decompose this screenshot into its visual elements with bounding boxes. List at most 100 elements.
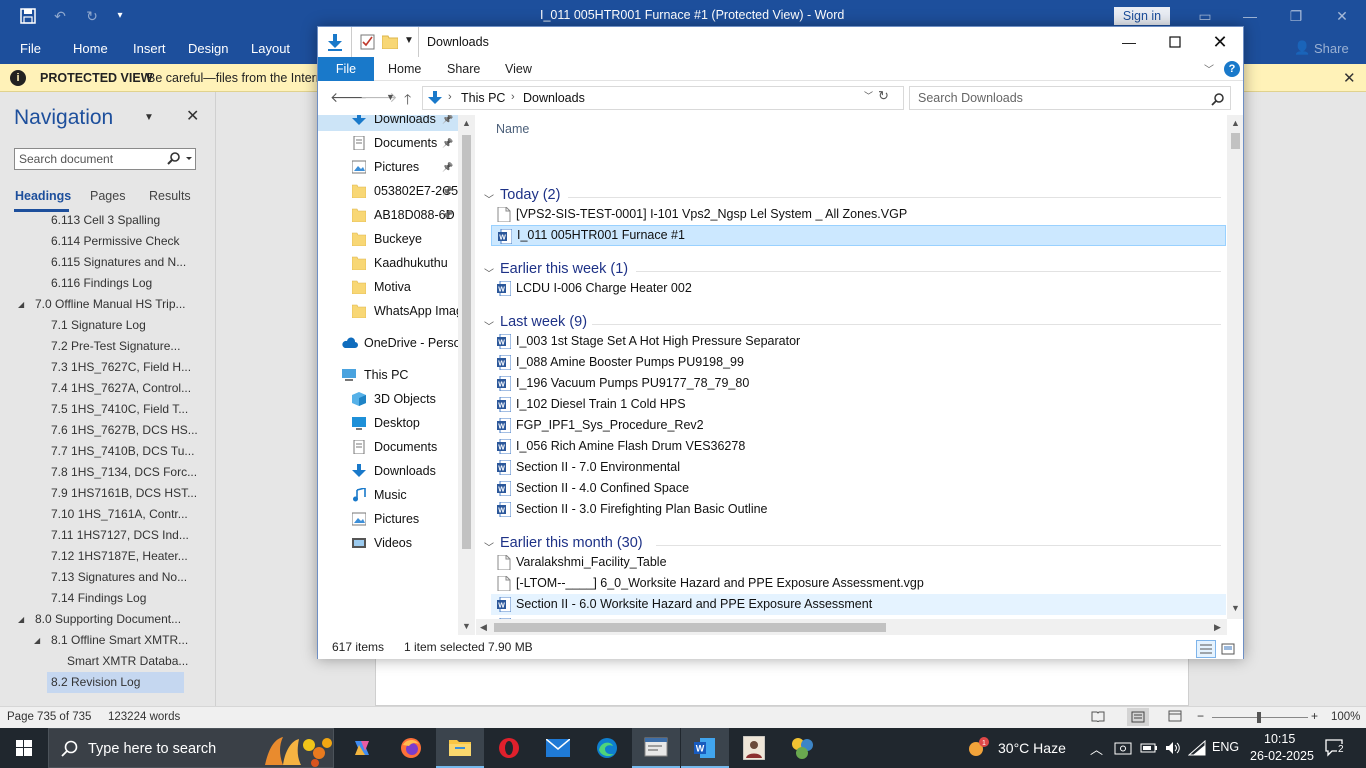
heading-item[interactable]: 7.6 1HS_7627B, DCS HS... — [51, 420, 198, 441]
group-header[interactable]: Today (2) — [500, 187, 560, 203]
file-row[interactable]: W I_003 1st Stage Set A Hot High Pressure… — [491, 331, 1226, 352]
group-header[interactable]: Last week (9) — [500, 314, 587, 330]
nav-pane-item[interactable]: Downloads 📌 — [318, 115, 458, 131]
breadcrumb-downloads[interactable]: Downloads — [523, 91, 585, 105]
scrollbar-thumb[interactable] — [1231, 133, 1240, 149]
group-header[interactable]: Earlier this month (30) — [500, 535, 643, 551]
heading-item[interactable]: 8.1 Offline Smart XMTR... — [51, 630, 188, 651]
web-layout-icon[interactable] — [1168, 710, 1182, 722]
weather-icon[interactable]: 1 — [966, 737, 990, 759]
expand-collapse-icon[interactable]: ◢ — [34, 636, 40, 645]
downloads-arrow-icon[interactable] — [326, 33, 344, 51]
nav-pane-item[interactable]: 3D Objects — [318, 387, 458, 411]
large-icons-view-icon[interactable] — [1220, 642, 1236, 656]
expand-collapse-icon[interactable]: ◢ — [18, 615, 24, 624]
heading-item[interactable]: 6.113 Cell 3 Spalling — [51, 210, 160, 231]
file-row[interactable]: [VPS2-SIS-TEST-0001] I-101 Vps2_Ngsp Lel… — [491, 204, 1226, 225]
language-indicator[interactable]: ENG — [1212, 740, 1239, 754]
nav-pane-item[interactable]: This PC — [318, 363, 458, 387]
scroll-left-icon[interactable]: ◀ — [480, 622, 487, 633]
heading-item[interactable]: 6.115 Signatures and N... — [51, 252, 186, 273]
taskbar-photo-app[interactable] — [730, 728, 778, 768]
nav-pane-item[interactable]: Downloads — [318, 459, 458, 483]
file-row[interactable]: W I_102 Diesel Train 1 Cold HPS — [491, 394, 1226, 415]
pin-icon[interactable]: 📌 — [442, 179, 453, 203]
ribbon-display-icon[interactable]: ▭ — [1195, 6, 1215, 26]
file-row[interactable]: W Section II - 7.0 Environmental — [491, 457, 1226, 478]
explorer-tab-view[interactable]: View — [505, 62, 532, 76]
taskbar-word[interactable]: W — [681, 728, 729, 768]
nav-pane-item[interactable]: Documents 📌 — [318, 131, 458, 155]
scroll-right-icon[interactable]: ▶ — [1214, 622, 1221, 633]
expand-collapse-icon[interactable]: ◢ — [18, 300, 24, 309]
close-icon[interactable]: ✕ — [1197, 27, 1243, 57]
weather-text[interactable]: 30°C Haze — [998, 740, 1066, 756]
network-icon[interactable] — [1188, 740, 1206, 756]
expand-ribbon-icon[interactable]: ﹀ — [1204, 61, 1214, 76]
heading-item[interactable]: 7.14 Findings Log — [51, 588, 146, 609]
print-layout-icon[interactable] — [1127, 708, 1149, 726]
redo-icon[interactable]: ↻ — [82, 6, 102, 26]
nav-pane-scrollbar[interactable]: ▲ ▼ — [458, 115, 475, 635]
heading-item[interactable]: 7.11 1HS7127, DCS Ind... — [51, 525, 189, 546]
chevron-up-icon[interactable]: ︿ — [1090, 739, 1103, 758]
nav-pane-item[interactable]: 053802E7-2C5 📌 — [318, 179, 458, 203]
customize-qat-icon[interactable]: ▼ — [404, 35, 414, 46]
taskbar-file-explorer[interactable] — [436, 728, 484, 768]
clock-time[interactable]: 10:15 — [1264, 732, 1295, 746]
search-icon[interactable] — [1211, 92, 1225, 106]
search-icon[interactable] — [167, 152, 193, 166]
nav-pane-item[interactable]: Documents — [318, 435, 458, 459]
nav-pane-item[interactable]: OneDrive - Persor — [318, 331, 465, 355]
scroll-up-icon[interactable]: ▲ — [462, 118, 471, 128]
file-row[interactable]: [-LTOM--____] 6_0_Worksite Hazard and PP… — [491, 573, 1226, 594]
help-icon[interactable]: ? — [1224, 61, 1240, 77]
battery-icon[interactable] — [1140, 741, 1158, 755]
word-tab-layout[interactable]: Layout — [251, 41, 290, 56]
clock-date[interactable]: 26-02-2025 — [1250, 749, 1314, 763]
taskbar-search-box[interactable]: Type here to search — [48, 728, 334, 768]
read-mode-icon[interactable] — [1091, 710, 1105, 722]
file-row[interactable]: W FGP_IPF1_Sys_Procedure_Rev2 — [491, 415, 1226, 436]
file-row[interactable]: W Section II - 6.0 Worksite Hazard and PP… — [491, 594, 1226, 615]
tab-pages[interactable]: Pages — [90, 189, 125, 203]
tab-results[interactable]: Results — [149, 189, 191, 203]
close-protected-bar-icon[interactable]: ✕ — [1343, 69, 1356, 87]
search-downloads-input[interactable]: Search Downloads — [909, 86, 1231, 110]
heading-item[interactable]: 8.0 Supporting Document... — [35, 609, 181, 630]
word-share-button[interactable]: 👤 Share — [1294, 40, 1349, 56]
zoom-level[interactable]: 100% — [1331, 711, 1360, 723]
address-bar[interactable]: › This PC › Downloads — [422, 86, 904, 110]
file-list-scrollbar[interactable]: ▲ ▼ — [1227, 115, 1243, 619]
pin-icon[interactable]: 📌 — [442, 155, 453, 179]
taskbar-mail[interactable] — [534, 728, 582, 768]
file-row[interactable]: W LCDU I-006 Charge Heater 002 — [491, 278, 1226, 299]
chevron-down-icon[interactable]: ▼ — [144, 112, 154, 123]
nav-pane-item[interactable]: Pictures — [318, 507, 458, 531]
scroll-down-icon[interactable]: ▼ — [1231, 603, 1240, 613]
save-icon[interactable] — [18, 6, 38, 26]
up-arrow-icon[interactable]: 🡑 — [404, 89, 411, 113]
heading-item[interactable]: 7.1 Signature Log — [51, 315, 146, 336]
nav-pane-item[interactable]: Desktop — [318, 411, 458, 435]
new-folder-icon[interactable] — [382, 34, 398, 49]
nav-pane-item[interactable]: Buckeye — [318, 227, 458, 251]
word-tab-file[interactable]: File — [20, 41, 41, 56]
heading-item[interactable]: 6.114 Permissive Check — [51, 231, 180, 252]
pin-icon[interactable]: 📌 — [442, 203, 453, 227]
taskbar-firefox[interactable] — [387, 728, 435, 768]
volume-icon[interactable] — [1165, 740, 1181, 756]
taskbar-opera[interactable] — [485, 728, 533, 768]
scrollbar-thumb[interactable] — [462, 135, 471, 549]
recent-locations-icon[interactable]: ▼ — [386, 92, 395, 102]
zoom-slider-thumb[interactable] — [1257, 712, 1261, 723]
scroll-up-icon[interactable]: ▲ — [1231, 118, 1240, 128]
file-row[interactable]: W Section II - 4.0 Confined Space — [491, 478, 1226, 499]
customize-qat-icon[interactable]: ▾ — [110, 6, 130, 26]
maximize-icon[interactable] — [1152, 27, 1198, 57]
heading-item[interactable]: 8.2 Revision Log — [47, 672, 184, 693]
taskbar-edge[interactable] — [583, 728, 631, 768]
nav-pane-item[interactable]: AB18D088-6D 📌 — [318, 203, 458, 227]
heading-item[interactable]: 7.3 1HS_7627C, Field H... — [51, 357, 191, 378]
heading-item[interactable]: 7.7 1HS_7410B, DCS Tu... — [51, 441, 194, 462]
